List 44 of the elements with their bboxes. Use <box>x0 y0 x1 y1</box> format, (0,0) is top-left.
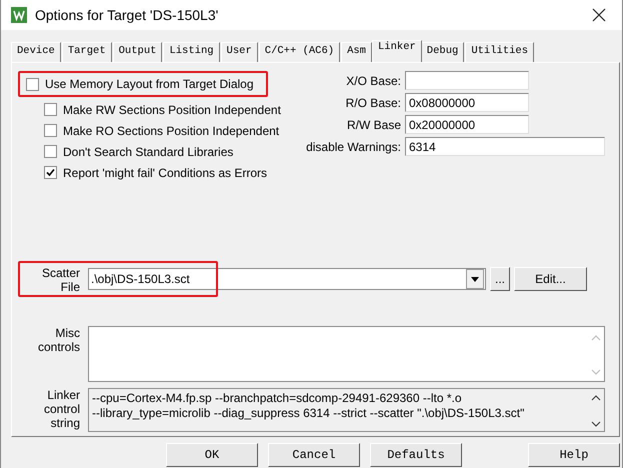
dialog-button[interactable]: Cancel <box>268 443 360 467</box>
command-line-text: --library_type=microlib --diag_suppress 6314 --strict --scatter ".\obj\DS-150L3.sct" <box>92 406 526 421</box>
checkbox[interactable] <box>44 145 57 158</box>
edit-button[interactable]: Edit... <box>514 267 587 291</box>
app-icon <box>11 7 27 23</box>
checkbox-label: Use Memory Layout from Target Dialog <box>45 77 254 91</box>
dialog-button[interactable]: OK <box>166 443 258 467</box>
tab[interactable]: Target <box>62 42 112 62</box>
tab[interactable]: Asm <box>341 42 372 62</box>
dialog-button[interactable]: Defaults <box>370 443 462 467</box>
checkbox-label: Report 'might fail' Conditions as Errors <box>63 166 267 180</box>
field-label: Scatter File <box>40 264 80 294</box>
window-title: Options for Target 'DS-150L3' <box>35 7 220 23</box>
input-field[interactable]: 0x08000000 <box>405 93 529 112</box>
browse-button[interactable]: ... <box>490 267 510 291</box>
misc-controls-field[interactable] <box>88 326 605 382</box>
field-label: Misc controls <box>36 326 80 354</box>
field-label: disable Warnings: <box>305 140 401 154</box>
tab[interactable]: C/C++ (AC6) <box>258 42 340 62</box>
checkbox[interactable] <box>26 78 39 90</box>
dialog-button[interactable]: Help <box>528 443 620 467</box>
input-field[interactable] <box>405 71 529 90</box>
scatter-file-dropdown[interactable]: .\obj\DS-150L3.sct <box>88 268 486 290</box>
field-label: R/O Base: <box>344 96 401 110</box>
input-field[interactable]: 6314 <box>405 137 605 156</box>
checkbox[interactable] <box>44 103 57 116</box>
checkbox-label: Make RO Sections Position Independent <box>63 124 280 138</box>
tab[interactable]: Utilities <box>465 42 534 62</box>
checkbox-label: Don't Search Standard Libraries <box>63 144 234 158</box>
checkbox-label: Make RW Sections Position Independent <box>63 102 281 116</box>
command-line-text: --cpu=Cortex-M4.fp.sp --branchpatch=sdcomp-29491-629360 --lto *.o <box>92 391 463 406</box>
input-field[interactable]: 0x20000000 <box>405 115 529 134</box>
tab[interactable]: Linker <box>372 40 422 62</box>
tab[interactable]: Listing <box>163 42 220 62</box>
tab[interactable]: Device <box>11 42 61 62</box>
close-icon[interactable] <box>592 8 606 22</box>
field-label: R/W Base <box>346 118 401 132</box>
checkbox[interactable] <box>44 166 57 179</box>
tab[interactable]: Output <box>112 42 162 62</box>
tab[interactable]: Debug <box>420 42 464 62</box>
field-label: Linker control string <box>42 388 80 430</box>
tab[interactable]: User <box>220 42 258 62</box>
field-label: X/O Base: <box>345 74 401 88</box>
checkbox[interactable] <box>44 124 57 137</box>
